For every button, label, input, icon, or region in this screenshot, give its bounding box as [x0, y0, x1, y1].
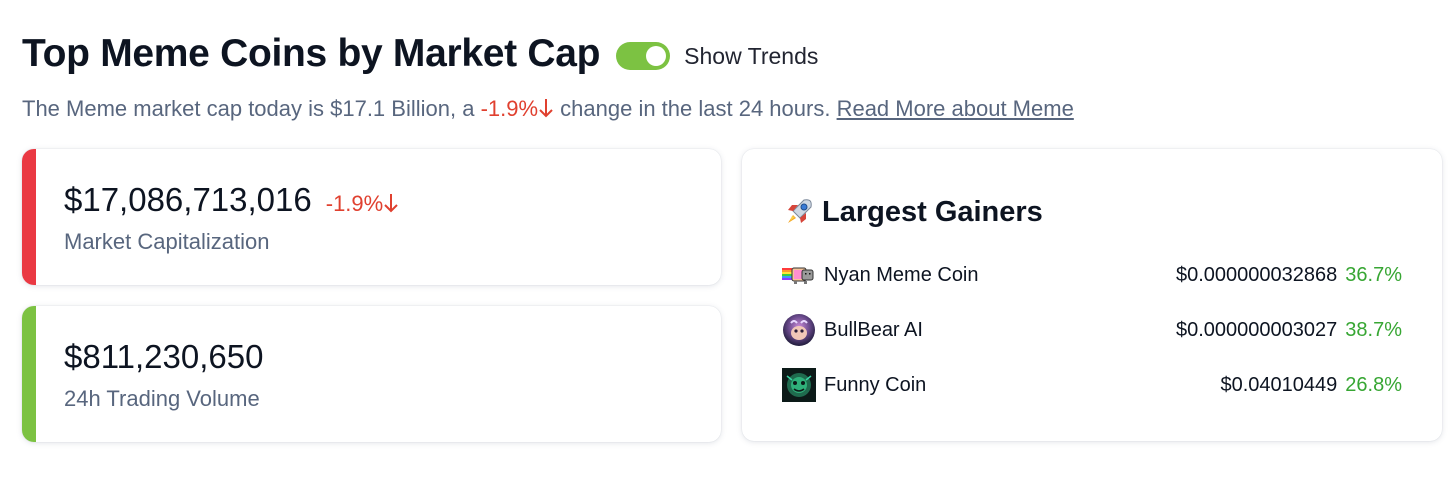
summary-suffix: change in the last 24 hours.: [554, 96, 837, 121]
volume-value-row: $811,230,650: [64, 338, 263, 376]
coin-price: $0.000000003027: [1176, 318, 1338, 341]
arrow-down-icon: [384, 194, 398, 213]
coin-name: BullBear AI: [824, 318, 923, 341]
volume-value: $811,230,650: [64, 338, 264, 375]
coin-change: 36.7%: [1345, 263, 1402, 286]
coin-price: $0.000000032868: [1176, 263, 1338, 286]
page: Top Meme Coins by Market Cap Show Trends…: [0, 0, 1456, 480]
page-title: Top Meme Coins by Market Cap: [22, 32, 601, 75]
rocket-icon: [788, 199, 812, 223]
gainers-title: Largest Gainers: [822, 195, 1043, 228]
market-cap-value-row: $17,086,713,016 -1.9%: [64, 181, 399, 219]
header: Top Meme Coins by Market Cap Show Trends: [22, 28, 818, 80]
coin-name: Nyan Meme Coin: [824, 263, 979, 286]
funny-coin-icon: [782, 368, 816, 402]
volume-label: 24h Trading Volume: [64, 386, 260, 411]
toggle-knob: [646, 46, 667, 66]
largest-gainers-card: Largest Gainers Nyan Meme Coin $0.000000…: [742, 149, 1442, 441]
market-summary: The Meme market cap today is $17.1 Billi…: [22, 96, 1074, 122]
volume-card: $811,230,650 24h Trading Volume: [22, 306, 721, 442]
volume-accent-bar: [22, 306, 36, 442]
market-cap-label: Market Capitalization: [64, 229, 270, 254]
market-cap-change: -1.9%: [326, 191, 399, 217]
market-cap-accent-bar: [22, 149, 36, 285]
show-trends-label[interactable]: Show Trends: [684, 43, 818, 70]
arrow-down-icon: [539, 99, 553, 118]
show-trends-toggle[interactable]: [616, 42, 671, 70]
gainer-row[interactable]: Funny Coin $0.04010449 26.8%: [782, 367, 1402, 403]
gainer-row[interactable]: BullBear AI $0.000000003027 38.7%: [782, 312, 1402, 348]
market-cap-card: $17,086,713,016 -1.9% Market Capitalizat…: [22, 149, 721, 285]
coin-price: $0.04010449: [1220, 373, 1338, 396]
market-cap-value: $17,086,713,016: [64, 181, 312, 218]
coin-name: Funny Coin: [824, 373, 927, 396]
gainer-row[interactable]: Nyan Meme Coin $0.000000032868 36.7%: [782, 257, 1402, 293]
gainers-heading: Largest Gainers: [782, 195, 1043, 229]
read-more-link[interactable]: Read More about Meme: [837, 96, 1074, 121]
coin-change: 38.7%: [1345, 318, 1402, 341]
summary-prefix: The Meme market cap today is $17.1 Billi…: [22, 96, 481, 121]
coin-change: 26.8%: [1345, 373, 1402, 396]
nyan-cat-icon: [782, 258, 816, 292]
bullbear-icon: [782, 313, 816, 347]
summary-change: -1.9%: [481, 96, 554, 121]
